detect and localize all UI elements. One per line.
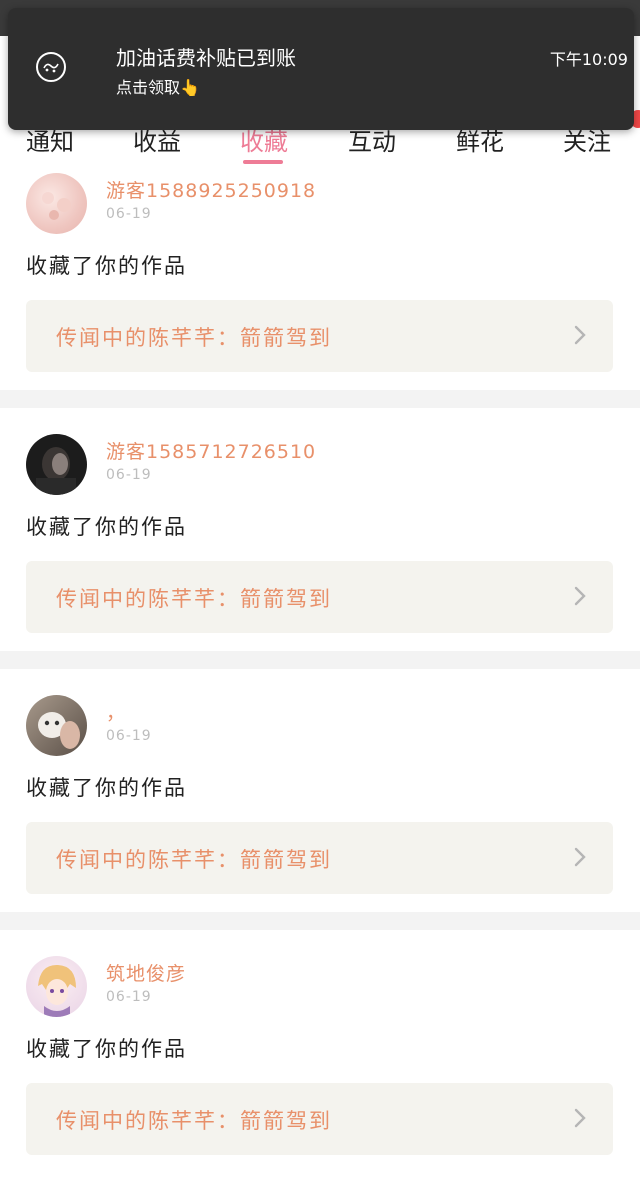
date: 06-19: [106, 728, 152, 744]
username[interactable]: ，: [106, 698, 126, 725]
notification-time: 下午10:09: [549, 50, 628, 69]
app-logo-icon: [36, 52, 66, 82]
work-link[interactable]: 传闻中的陈芊芊：箭箭驾到: [26, 822, 613, 894]
username[interactable]: 游客1588925250918: [106, 176, 316, 203]
avatar[interactable]: [26, 956, 87, 1017]
divider: [0, 651, 640, 669]
date: 06-19: [106, 467, 152, 483]
work-link[interactable]: 传闻中的陈芊芊：箭箭驾到: [26, 1083, 613, 1155]
work-title: 传闻中的陈芊芊：箭箭驾到: [56, 848, 332, 872]
work-title: 传闻中的陈芊芊：箭箭驾到: [56, 326, 332, 350]
avatar[interactable]: [26, 434, 87, 495]
notification-title: 加油话费补贴已到账: [116, 46, 296, 70]
date: 06-19: [106, 989, 152, 1005]
list-item: 游客1588925250918 06-19 收藏了你的作品 传闻中的陈芊芊：箭箭…: [0, 166, 640, 409]
chevron-right-icon: [574, 847, 586, 867]
action-text: 收藏了你的作品: [26, 776, 187, 800]
date: 06-19: [106, 206, 152, 222]
notification-subtitle: 点击领取👆: [116, 78, 200, 97]
notification-banner[interactable]: 加油话费补贴已到账 点击领取👆 下午10:09: [8, 8, 634, 130]
work-link[interactable]: 传闻中的陈芊芊：箭箭驾到: [26, 300, 613, 372]
action-text: 收藏了你的作品: [26, 515, 187, 539]
avatar[interactable]: [26, 173, 87, 234]
divider: [0, 912, 640, 930]
divider: [0, 390, 640, 408]
list-item: 筑地俊彦 06-19 收藏了你的作品 传闻中的陈芊芊：箭箭驾到: [0, 949, 640, 1192]
active-tab-indicator: [243, 160, 283, 164]
avatar[interactable]: [26, 695, 87, 756]
chevron-right-icon: [574, 586, 586, 606]
work-title: 传闻中的陈芊芊：箭箭驾到: [56, 587, 332, 611]
work-title: 传闻中的陈芊芊：箭箭驾到: [56, 1109, 332, 1133]
list-item: ， 06-19 收藏了你的作品 传闻中的陈芊芊：箭箭驾到: [0, 688, 640, 931]
chevron-right-icon: [574, 1108, 586, 1128]
work-link[interactable]: 传闻中的陈芊芊：箭箭驾到: [26, 561, 613, 633]
username[interactable]: 游客1585712726510: [106, 437, 316, 464]
action-text: 收藏了你的作品: [26, 1037, 187, 1061]
action-text: 收藏了你的作品: [26, 254, 187, 278]
username[interactable]: 筑地俊彦: [106, 959, 186, 986]
list-item: 游客1585712726510 06-19 收藏了你的作品 传闻中的陈芊芊：箭箭…: [0, 427, 640, 670]
chevron-right-icon: [574, 325, 586, 345]
